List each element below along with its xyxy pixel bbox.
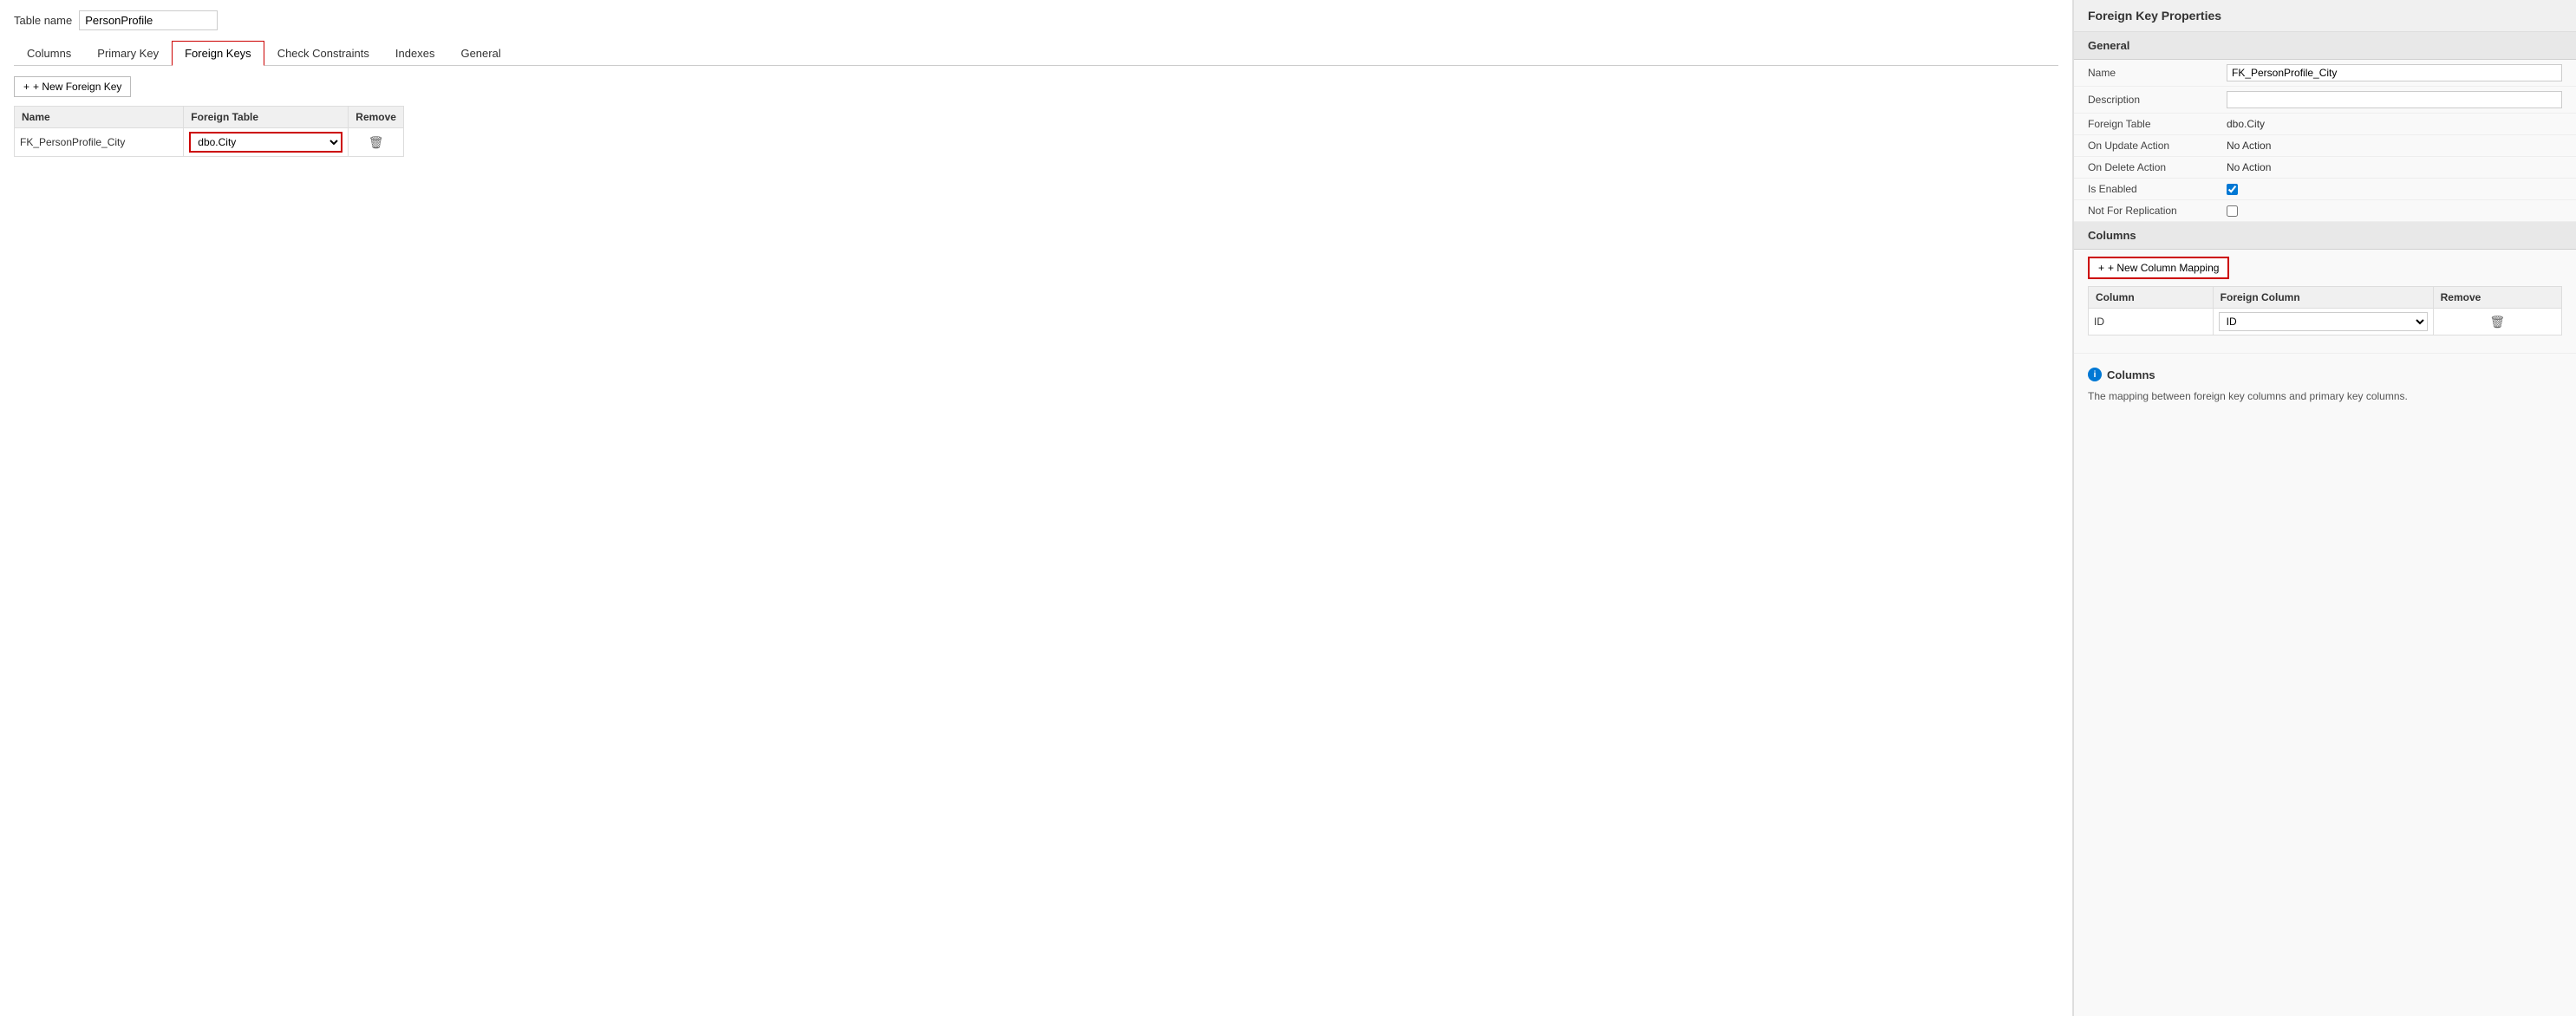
field-row-name: Name bbox=[2074, 60, 2576, 87]
mapping-table-row: ID ID 🗑 bbox=[2089, 309, 2562, 335]
field-label-is-enabled: Is Enabled bbox=[2088, 183, 2227, 195]
mapping-column-cell: ID bbox=[2089, 309, 2214, 335]
footer-title-row: i Columns bbox=[2088, 368, 2562, 381]
table-name-row: Table name bbox=[14, 10, 2058, 30]
app-container: Table name Columns Primary Key Foreign K… bbox=[0, 0, 2576, 1016]
mapping-col-header-remove: Remove bbox=[2433, 287, 2561, 309]
tab-general[interactable]: General bbox=[447, 41, 513, 66]
footer-description: The mapping between foreign key columns … bbox=[2088, 388, 2562, 404]
tab-primary-key[interactable]: Primary Key bbox=[84, 41, 172, 66]
info-icon: i bbox=[2088, 368, 2102, 381]
table-row: FK_PersonProfile_City dbo.City 🗑 bbox=[15, 128, 404, 157]
tabs-bar: Columns Primary Key Foreign Keys Check C… bbox=[14, 41, 2058, 66]
field-label-description: Description bbox=[2088, 94, 2227, 106]
field-value-foreign-table: dbo.City bbox=[2227, 118, 2265, 130]
fk-remove-cell: 🗑 bbox=[349, 128, 404, 157]
fk-name-cell: FK_PersonProfile_City bbox=[15, 128, 184, 157]
mapping-col-header-foreign-column: Foreign Column bbox=[2213, 287, 2433, 309]
right-panel-title: Foreign Key Properties bbox=[2074, 0, 2576, 32]
tab-foreign-keys[interactable]: Foreign Keys bbox=[172, 41, 264, 66]
plus-icon: + bbox=[23, 81, 29, 93]
column-mapping-table: Column Foreign Column Remove ID ID bbox=[2088, 286, 2562, 335]
mapping-remove-cell: 🗑 bbox=[2433, 309, 2561, 335]
columns-section-header: Columns bbox=[2074, 222, 2576, 250]
field-label-not-replication: Not For Replication bbox=[2088, 205, 2227, 217]
field-row-is-enabled: Is Enabled bbox=[2074, 179, 2576, 200]
new-column-mapping-button[interactable]: + + New Column Mapping bbox=[2088, 257, 2229, 279]
field-label-name: Name bbox=[2088, 67, 2227, 79]
tab-check-constraints[interactable]: Check Constraints bbox=[264, 41, 382, 66]
foreign-column-select[interactable]: ID bbox=[2219, 312, 2428, 331]
field-row-delete-action: On Delete Action No Action bbox=[2074, 157, 2576, 179]
main-content: Table name Columns Primary Key Foreign K… bbox=[0, 0, 2576, 1016]
tab-indexes[interactable]: Indexes bbox=[382, 41, 448, 66]
right-panel: Foreign Key Properties General Name Desc… bbox=[2073, 0, 2576, 1016]
field-row-description: Description bbox=[2074, 87, 2576, 114]
table-name-label: Table name bbox=[14, 14, 72, 27]
table-name-input[interactable] bbox=[79, 10, 218, 30]
general-section-header: General bbox=[2074, 32, 2576, 60]
field-value-delete-action: No Action bbox=[2227, 161, 2271, 173]
field-not-replication-checkbox[interactable] bbox=[2227, 205, 2238, 217]
mapping-delete-button[interactable]: 🗑 bbox=[2489, 315, 2505, 329]
fk-foreign-table-cell: dbo.City bbox=[184, 128, 349, 157]
field-row-not-replication: Not For Replication bbox=[2074, 200, 2576, 222]
plus-mapping-icon: + bbox=[2098, 262, 2104, 274]
col-header-remove: Remove bbox=[349, 107, 404, 128]
field-label-foreign-table: Foreign Table bbox=[2088, 118, 2227, 130]
field-label-delete-action: On Delete Action bbox=[2088, 161, 2227, 173]
field-value-update-action: No Action bbox=[2227, 140, 2271, 152]
right-panel-footer: i Columns The mapping between foreign ke… bbox=[2074, 353, 2576, 418]
field-row-foreign-table: Foreign Table dbo.City bbox=[2074, 114, 2576, 135]
fk-delete-button[interactable]: 🗑 bbox=[368, 135, 384, 150]
col-header-foreign-table: Foreign Table bbox=[184, 107, 349, 128]
footer-title-text: Columns bbox=[2107, 368, 2155, 381]
field-is-enabled-checkbox[interactable] bbox=[2227, 184, 2238, 195]
foreign-key-table: Name Foreign Table Remove FK_PersonProfi… bbox=[14, 106, 404, 157]
new-foreign-key-button[interactable]: + + New Foreign Key bbox=[14, 76, 131, 97]
field-name-input[interactable] bbox=[2227, 64, 2562, 81]
field-row-update-action: On Update Action No Action bbox=[2074, 135, 2576, 157]
fk-foreign-table-select[interactable]: dbo.City bbox=[189, 132, 342, 153]
field-label-update-action: On Update Action bbox=[2088, 140, 2227, 152]
mapping-col-header-column: Column bbox=[2089, 287, 2214, 309]
mapping-foreign-column-cell: ID bbox=[2213, 309, 2433, 335]
col-header-name: Name bbox=[15, 107, 184, 128]
tab-columns[interactable]: Columns bbox=[14, 41, 84, 66]
left-panel: Table name Columns Primary Key Foreign K… bbox=[0, 0, 2073, 1016]
field-description-input[interactable] bbox=[2227, 91, 2562, 108]
